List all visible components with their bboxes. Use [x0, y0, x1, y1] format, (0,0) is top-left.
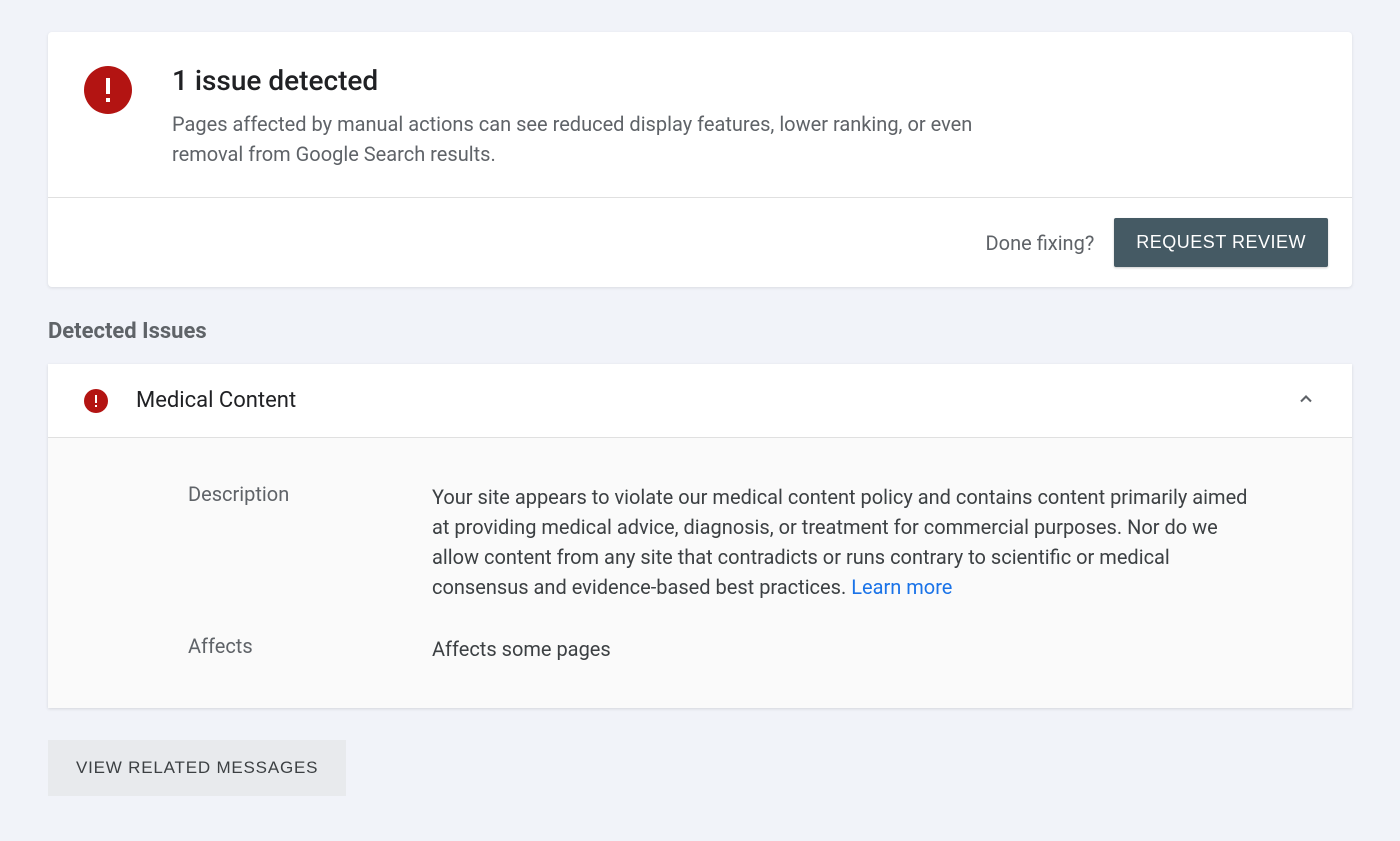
summary-title: 1 issue detected	[172, 64, 992, 97]
issue-description-row: Description Your site appears to violate…	[188, 482, 1316, 602]
issue-title: Medical Content	[136, 388, 1296, 413]
affects-label: Affects	[188, 634, 432, 664]
request-review-button[interactable]: REQUEST REVIEW	[1114, 218, 1328, 267]
detected-issues-heading: Detected Issues	[48, 319, 1352, 344]
alert-icon	[84, 389, 108, 413]
summary-subtitle: Pages affected by manual actions can see…	[172, 109, 992, 169]
issue-summary-card: 1 issue detected Pages affected by manua…	[48, 32, 1352, 287]
issue-affects-row: Affects Affects some pages	[188, 634, 1316, 664]
issue-card: Medical Content Description Your site ap…	[48, 364, 1352, 708]
learn-more-link[interactable]: Learn more	[851, 575, 952, 599]
done-fixing-label: Done fixing?	[986, 231, 1095, 255]
issue-header[interactable]: Medical Content	[48, 364, 1352, 438]
view-related-messages-button[interactable]: VIEW RELATED MESSAGES	[48, 740, 346, 796]
summary-top: 1 issue detected Pages affected by manua…	[48, 32, 1352, 197]
description-text: Your site appears to violate our medical…	[432, 485, 1247, 599]
affects-value: Affects some pages	[432, 634, 611, 664]
summary-footer: Done fixing? REQUEST REVIEW	[48, 197, 1352, 287]
issue-body: Description Your site appears to violate…	[48, 438, 1352, 708]
description-value: Your site appears to violate our medical…	[432, 482, 1262, 602]
summary-text: 1 issue detected Pages affected by manua…	[172, 64, 992, 169]
chevron-up-icon	[1296, 389, 1316, 413]
description-label: Description	[188, 482, 432, 602]
alert-icon	[84, 66, 132, 114]
